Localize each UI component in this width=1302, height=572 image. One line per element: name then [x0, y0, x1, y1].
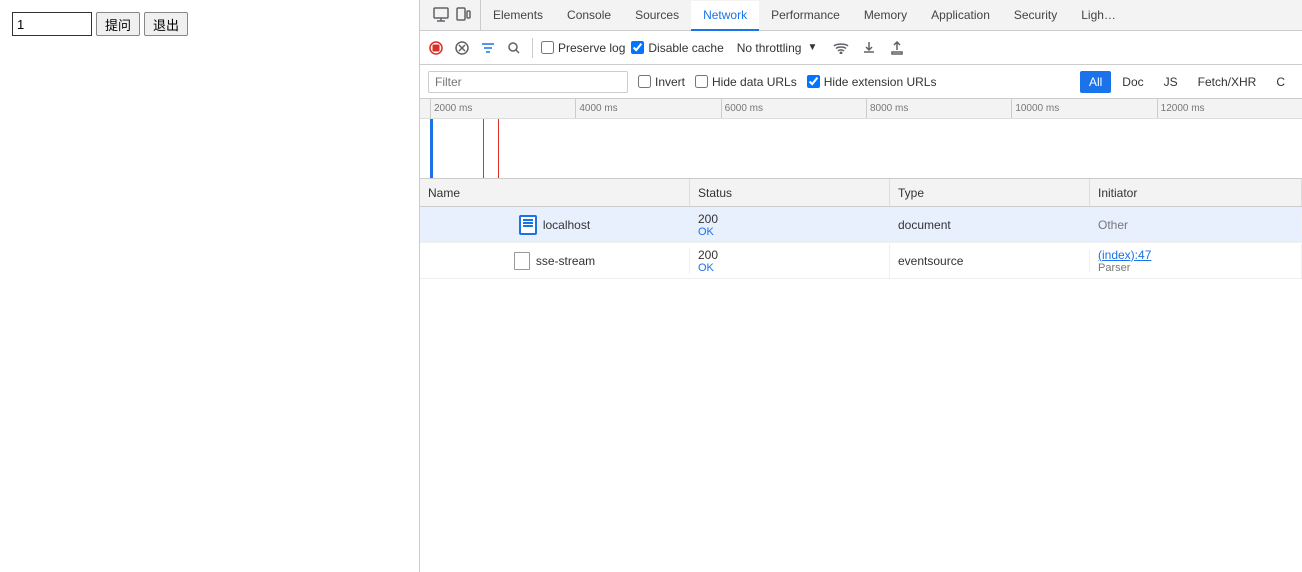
- disable-cache-label[interactable]: Disable cache: [648, 41, 723, 55]
- status-text-localhost: OK: [698, 226, 881, 238]
- invert-label[interactable]: Invert: [655, 75, 685, 89]
- hide-extension-urls-checkbox[interactable]: [807, 75, 820, 88]
- timeline-content: [420, 119, 1302, 178]
- tab-elements[interactable]: Elements: [481, 1, 555, 31]
- status-code-sse-stream: 200: [698, 248, 881, 262]
- doc-file-icon: [519, 215, 537, 235]
- row-name-sse-stream: sse-stream: [536, 254, 595, 268]
- table-row[interactable]: localhost 200 OK document Other: [420, 207, 1302, 243]
- tab-performance[interactable]: Performance: [759, 1, 852, 31]
- initiator-column-header[interactable]: Initiator: [1090, 179, 1302, 206]
- hide-data-urls-group: Hide data URLs: [695, 75, 797, 89]
- record-stop-button[interactable]: [426, 38, 446, 58]
- initiator-link-sse-stream[interactable]: (index):47: [1098, 248, 1293, 262]
- import-button[interactable]: [858, 37, 880, 59]
- filter-c-button[interactable]: C: [1267, 71, 1294, 93]
- tab-lighthouse[interactable]: Ligh…: [1069, 1, 1128, 31]
- invert-group: Invert: [638, 75, 685, 89]
- initiator-cell-sse-stream: (index):47 Parser: [1090, 244, 1302, 278]
- online-status-icon[interactable]: [830, 37, 852, 59]
- tab-bar: Elements Console Sources Network Perform…: [420, 0, 1302, 31]
- status-cell-sse-stream: 200 OK: [690, 244, 890, 278]
- tab-sources[interactable]: Sources: [623, 1, 691, 31]
- left-panel: 提问 退出: [0, 0, 420, 572]
- tick-12000: 12000 ms: [1157, 99, 1302, 118]
- status-text-sse-stream: OK: [698, 262, 881, 274]
- initiator-value-localhost: Other: [1098, 218, 1293, 232]
- name-cell-sse-stream: sse-stream: [420, 248, 690, 274]
- hide-data-urls-checkbox[interactable]: [695, 75, 708, 88]
- toolbar-separator-1: [532, 38, 533, 58]
- type-value-localhost: document: [898, 218, 1081, 232]
- preserve-log-label[interactable]: Preserve log: [558, 41, 625, 55]
- throttle-selector[interactable]: No throttling ▼: [730, 38, 825, 58]
- throttle-label: No throttling: [737, 41, 802, 55]
- tab-security[interactable]: Security: [1002, 1, 1069, 31]
- timeline-blue-bar: [430, 119, 433, 178]
- type-cell-localhost: document: [890, 214, 1090, 236]
- invert-checkbox[interactable]: [638, 75, 651, 88]
- timeline-load-line: [498, 119, 499, 178]
- filter-toggle-button[interactable]: [478, 38, 498, 58]
- network-table: Name Status Type Initiator localhost 200…: [420, 179, 1302, 572]
- status-column-header[interactable]: Status: [690, 179, 890, 206]
- name-cell-localhost: localhost: [420, 211, 690, 239]
- filter-input[interactable]: [428, 71, 628, 93]
- timeline-dom-content-loaded-line: [483, 119, 484, 178]
- input-row: 提问 退出: [12, 12, 188, 36]
- filter-type-buttons: All Doc JS Fetch/XHR C: [1080, 71, 1294, 93]
- name-column-header[interactable]: Name: [420, 179, 690, 206]
- export-button[interactable]: [886, 37, 908, 59]
- ask-button[interactable]: 提问: [96, 12, 140, 36]
- tick-8000: 8000 ms: [866, 99, 1011, 118]
- initiator-sub-sse-stream: Parser: [1098, 262, 1293, 274]
- question-input[interactable]: [12, 12, 92, 36]
- timeline-area[interactable]: 2000 ms 4000 ms 6000 ms 8000 ms 10000 ms…: [420, 99, 1302, 179]
- throttle-arrow-icon: ▼: [807, 42, 817, 53]
- generic-file-icon: [514, 252, 530, 270]
- inspect-icon[interactable]: [432, 6, 450, 24]
- tick-6000: 6000 ms: [721, 99, 866, 118]
- disable-cache-checkbox[interactable]: [631, 41, 644, 54]
- row-name-localhost: localhost: [543, 218, 590, 232]
- tab-network[interactable]: Network: [691, 1, 759, 31]
- tick-4000: 4000 ms: [575, 99, 720, 118]
- tab-application[interactable]: Application: [919, 1, 1002, 31]
- type-column-header[interactable]: Type: [890, 179, 1090, 206]
- clear-button[interactable]: [452, 38, 472, 58]
- network-table-header: Name Status Type Initiator: [420, 179, 1302, 207]
- table-row[interactable]: sse-stream 200 OK eventsource (index):47…: [420, 243, 1302, 279]
- hide-data-urls-label[interactable]: Hide data URLs: [712, 75, 797, 89]
- tab-memory[interactable]: Memory: [852, 1, 919, 31]
- status-code-localhost: 200: [698, 212, 881, 226]
- tab-bar-icons: [424, 0, 481, 30]
- network-toolbar: Preserve log Disable cache No throttling…: [420, 31, 1302, 65]
- initiator-cell-localhost: Other: [1090, 214, 1302, 236]
- search-button[interactable]: [504, 38, 524, 58]
- hide-extension-urls-group: Hide extension URLs: [807, 75, 937, 89]
- hide-extension-urls-label[interactable]: Hide extension URLs: [824, 75, 937, 89]
- preserve-log-group: Preserve log: [541, 41, 625, 55]
- preserve-log-checkbox[interactable]: [541, 41, 554, 54]
- type-cell-sse-stream: eventsource: [890, 250, 1090, 272]
- filter-all-button[interactable]: All: [1080, 71, 1111, 93]
- exit-button[interactable]: 退出: [144, 12, 188, 36]
- filter-bar: Invert Hide data URLs Hide extension URL…: [420, 65, 1302, 99]
- devtools-panel: Elements Console Sources Network Perform…: [420, 0, 1302, 572]
- disable-cache-group: Disable cache: [631, 41, 723, 55]
- tick-10000: 10000 ms: [1011, 99, 1156, 118]
- status-cell-localhost: 200 OK: [690, 208, 890, 242]
- filter-js-button[interactable]: JS: [1155, 71, 1187, 93]
- tab-console[interactable]: Console: [555, 1, 623, 31]
- timeline-ruler: 2000 ms 4000 ms 6000 ms 8000 ms 10000 ms…: [420, 99, 1302, 119]
- tick-2000: 2000 ms: [430, 99, 575, 118]
- device-toolbar-icon[interactable]: [454, 6, 472, 24]
- type-value-sse-stream: eventsource: [898, 254, 1081, 268]
- filter-doc-button[interactable]: Doc: [1113, 71, 1152, 93]
- filter-fetch-xhr-button[interactable]: Fetch/XHR: [1189, 71, 1266, 93]
